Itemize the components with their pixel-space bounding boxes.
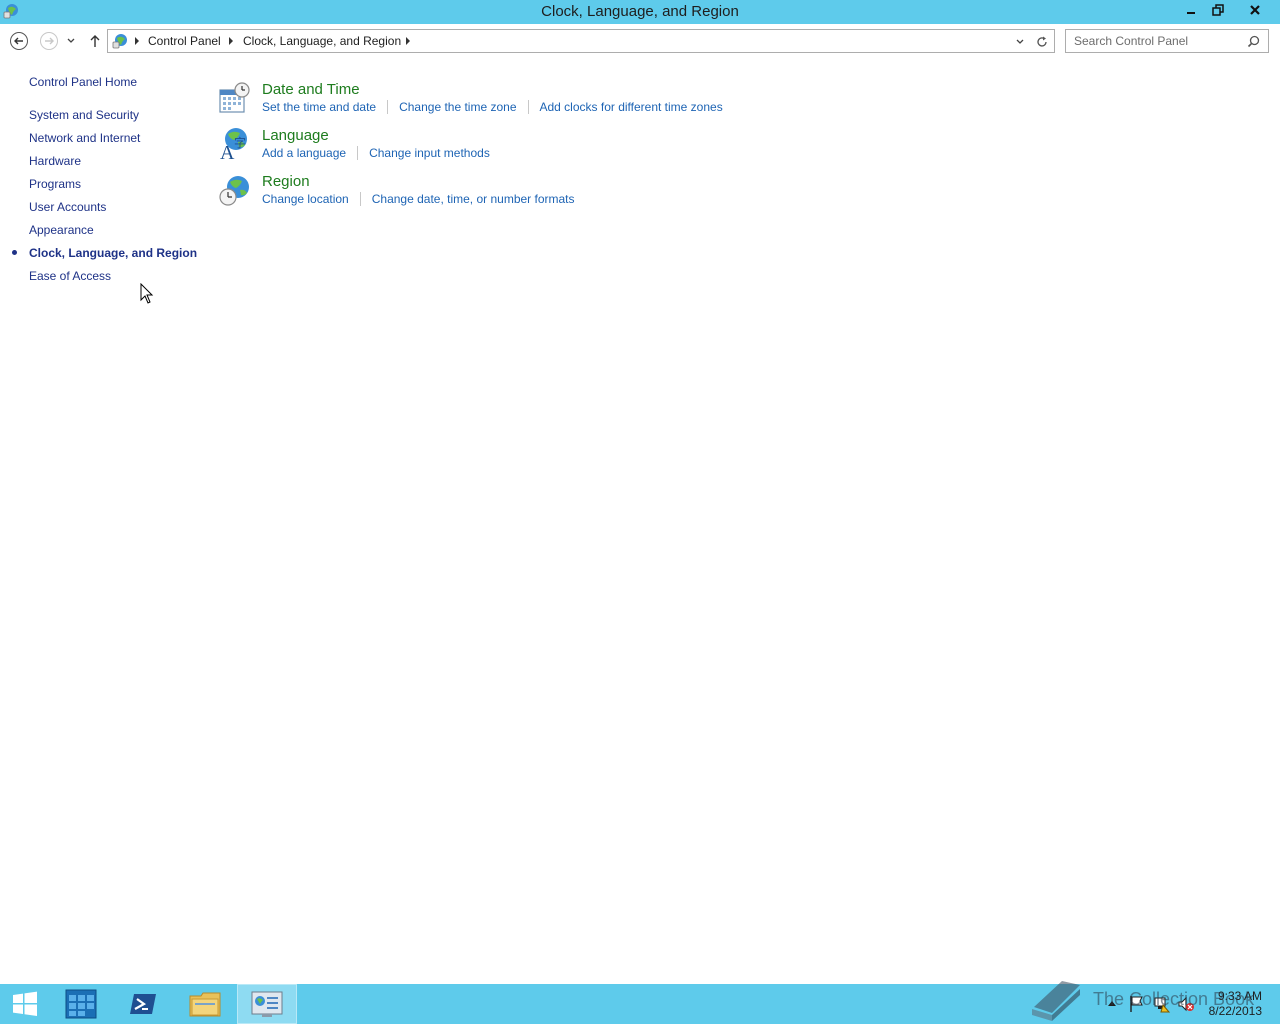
server-manager-icon: [65, 989, 97, 1019]
back-button[interactable]: [8, 30, 30, 52]
search-icon[interactable]: [1247, 35, 1260, 48]
taskbar-powershell[interactable]: [113, 984, 173, 1024]
category-links: Add a language Change input methods: [262, 146, 490, 160]
link-add-language[interactable]: Add a language: [262, 146, 346, 160]
up-button[interactable]: [84, 30, 106, 52]
language-globe-icon[interactable]: A 字: [218, 127, 252, 161]
chevron-down-icon: [67, 38, 75, 43]
link-set-time-and-date[interactable]: Set the time and date: [262, 100, 376, 114]
nav-link-user-accounts[interactable]: User Accounts: [29, 200, 106, 214]
start-icon: [13, 991, 37, 1016]
category-title-date-and-time[interactable]: Date and Time: [262, 81, 360, 98]
nav-link-hardware[interactable]: Hardware: [29, 154, 81, 168]
start-button[interactable]: [0, 984, 50, 1024]
taskbar-control-panel[interactable]: [237, 984, 297, 1024]
watermark: The Collection Book: [1028, 975, 1268, 1024]
category-links: Change location Change date, time, or nu…: [262, 192, 575, 206]
nav-link-programs[interactable]: Programs: [29, 177, 81, 191]
link-change-time-zone[interactable]: Change the time zone: [399, 100, 516, 114]
category-title-language[interactable]: Language: [262, 127, 329, 144]
link-divider: [387, 100, 389, 114]
back-arrow-icon: [10, 32, 28, 50]
nav-link-network-and-internet[interactable]: Network and Internet: [29, 131, 140, 145]
refresh-icon[interactable]: [1035, 35, 1049, 49]
link-divider: [357, 146, 359, 160]
control-panel-icon: [112, 34, 127, 49]
nav-link-ease-of-access[interactable]: Ease of Access: [29, 269, 111, 283]
minimize-icon: [1187, 12, 1195, 14]
chevron-down-icon[interactable]: [1014, 36, 1026, 48]
taskbar-file-explorer[interactable]: [175, 984, 235, 1024]
breadcrumb-separator-icon[interactable]: [135, 37, 139, 45]
powershell-icon: [130, 994, 156, 1014]
close-button[interactable]: [1232, 0, 1278, 20]
control-panel-home-link[interactable]: Control Panel Home: [29, 75, 137, 89]
restore-icon: [1212, 4, 1224, 16]
title-bar: Clock, Language, and Region: [0, 0, 1280, 24]
close-icon: [1250, 5, 1260, 15]
file-explorer-icon: [189, 992, 221, 1017]
address-bar[interactable]: Control Panel Clock, Language, and Regio…: [107, 29, 1055, 53]
restore-button[interactable]: [1205, 0, 1231, 20]
watermark-text: The Collection Book: [1093, 989, 1255, 1009]
up-arrow-icon: [90, 35, 100, 47]
nav-link-clock-language-region[interactable]: Clock, Language, and Region: [29, 246, 197, 260]
navigation-bar: Control Panel Clock, Language, and Regio…: [0, 24, 1280, 58]
forward-button[interactable]: [38, 30, 60, 52]
link-change-formats[interactable]: Change date, time, or number formats: [372, 192, 575, 206]
svg-text:A: A: [220, 142, 235, 161]
nav-link-appearance[interactable]: Appearance: [29, 223, 94, 237]
mouse-cursor-icon: [140, 283, 154, 304]
taskbar-server-manager[interactable]: [51, 984, 111, 1024]
breadcrumb-control-panel[interactable]: Control Panel: [148, 34, 221, 48]
recent-locations-dropdown[interactable]: [62, 30, 80, 52]
minimize-button[interactable]: [1178, 0, 1204, 20]
link-divider: [527, 100, 529, 114]
link-divider: [359, 192, 361, 206]
breadcrumb-clock-language-region[interactable]: Clock, Language, and Region: [243, 34, 401, 48]
breadcrumb-separator-icon[interactable]: [229, 37, 233, 45]
search-box[interactable]: [1065, 29, 1269, 53]
search-input[interactable]: [1066, 30, 1246, 52]
calendar-clock-icon[interactable]: [218, 81, 252, 115]
category-links: Set the time and date Change the time zo…: [262, 100, 723, 114]
link-add-clocks[interactable]: Add clocks for different time zones: [540, 100, 723, 114]
forward-arrow-icon: [40, 32, 58, 50]
category-title-region[interactable]: Region: [262, 173, 310, 190]
link-change-input-methods[interactable]: Change input methods: [369, 146, 490, 160]
control-panel-icon: [251, 991, 283, 1017]
breadcrumb-separator-icon[interactable]: [406, 37, 410, 45]
nav-link-system-and-security[interactable]: System and Security: [29, 108, 139, 122]
link-change-location[interactable]: Change location: [262, 192, 349, 206]
window-title: Clock, Language, and Region: [541, 3, 739, 20]
region-globe-icon[interactable]: [218, 173, 252, 207]
book-icon: [1032, 981, 1080, 1021]
current-item-bullet: [12, 250, 17, 255]
svg-text:字: 字: [234, 135, 246, 150]
